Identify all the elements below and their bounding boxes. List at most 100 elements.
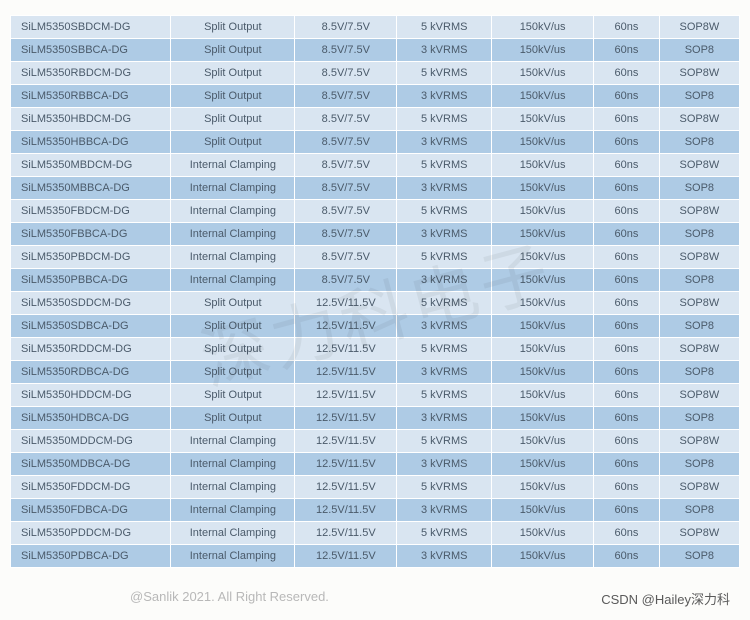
footer-copyright: @Sanlik 2021. All Right Reserved. [130,589,329,608]
cell-package: SOP8W [659,430,739,453]
table-row: SiLM5350MDDCM-DGInternal Clamping12.5V/1… [11,430,740,453]
cell-voltage: 8.5V/7.5V [295,108,397,131]
cell-slew: 150kV/us [492,499,594,522]
cell-slew: 150kV/us [492,108,594,131]
cell-iso: 5 kVRMS [397,108,492,131]
cell-output: Internal Clamping [171,545,295,568]
cell-package: SOP8W [659,292,739,315]
cell-partno: SiLM5350RBDCM-DG [11,62,171,85]
cell-partno: SiLM5350RDDCM-DG [11,338,171,361]
cell-slew: 150kV/us [492,62,594,85]
cell-voltage: 12.5V/11.5V [295,384,397,407]
table-row: SiLM5350SBBCA-DGSplit Output8.5V/7.5V3 k… [11,39,740,62]
table-row: SiLM5350RDBCA-DGSplit Output12.5V/11.5V3… [11,361,740,384]
cell-iso: 5 kVRMS [397,292,492,315]
cell-delay: 60ns [594,269,660,292]
cell-partno: SiLM5350HBDCM-DG [11,108,171,131]
cell-output: Internal Clamping [171,476,295,499]
cell-output: Internal Clamping [171,499,295,522]
cell-partno: SiLM5350FBBCA-DG [11,223,171,246]
cell-iso: 3 kVRMS [397,545,492,568]
cell-partno: SiLM5350HBBCA-DG [11,131,171,154]
cell-slew: 150kV/us [492,361,594,384]
cell-package: SOP8W [659,62,739,85]
cell-output: Internal Clamping [171,177,295,200]
cell-package: SOP8W [659,476,739,499]
table-row: SiLM5350PBDCM-DGInternal Clamping8.5V/7.… [11,246,740,269]
cell-package: SOP8 [659,131,739,154]
cell-iso: 5 kVRMS [397,200,492,223]
cell-package: SOP8W [659,522,739,545]
cell-iso: 5 kVRMS [397,384,492,407]
cell-delay: 60ns [594,499,660,522]
cell-package: SOP8W [659,384,739,407]
cell-delay: 60ns [594,85,660,108]
cell-partno: SiLM5350FDDCM-DG [11,476,171,499]
cell-voltage: 12.5V/11.5V [295,292,397,315]
table-row: SiLM5350PBBCA-DGInternal Clamping8.5V/7.… [11,269,740,292]
cell-delay: 60ns [594,430,660,453]
footer: @Sanlik 2021. All Right Reserved. CSDN @… [10,589,740,608]
table-row: SiLM5350HBBCA-DGSplit Output8.5V/7.5V3 k… [11,131,740,154]
cell-output: Internal Clamping [171,154,295,177]
cell-voltage: 12.5V/11.5V [295,476,397,499]
cell-delay: 60ns [594,361,660,384]
cell-iso: 5 kVRMS [397,154,492,177]
table-row: SiLM5350SDDCM-DGSplit Output12.5V/11.5V5… [11,292,740,315]
cell-iso: 5 kVRMS [397,522,492,545]
cell-partno: SiLM5350SDBCA-DG [11,315,171,338]
cell-iso: 5 kVRMS [397,430,492,453]
cell-slew: 150kV/us [492,39,594,62]
cell-package: SOP8 [659,545,739,568]
cell-partno: SiLM5350PDDCM-DG [11,522,171,545]
cell-voltage: 8.5V/7.5V [295,16,397,39]
table-row: SiLM5350PDBCA-DGInternal Clamping12.5V/1… [11,545,740,568]
cell-iso: 3 kVRMS [397,85,492,108]
cell-delay: 60ns [594,131,660,154]
cell-output: Split Output [171,292,295,315]
cell-output: Split Output [171,407,295,430]
cell-partno: SiLM5350PBDCM-DG [11,246,171,269]
cell-output: Internal Clamping [171,246,295,269]
cell-slew: 150kV/us [492,177,594,200]
cell-package: SOP8W [659,246,739,269]
cell-delay: 60ns [594,16,660,39]
cell-delay: 60ns [594,223,660,246]
cell-voltage: 8.5V/7.5V [295,269,397,292]
table-row: SiLM5350SBDCM-DGSplit Output8.5V/7.5V5 k… [11,16,740,39]
cell-partno: SiLM5350FBDCM-DG [11,200,171,223]
cell-package: SOP8 [659,39,739,62]
cell-output: Split Output [171,338,295,361]
table-row: SiLM5350HDDCM-DGSplit Output12.5V/11.5V5… [11,384,740,407]
cell-slew: 150kV/us [492,315,594,338]
cell-slew: 150kV/us [492,522,594,545]
cell-iso: 3 kVRMS [397,315,492,338]
cell-package: SOP8 [659,85,739,108]
cell-output: Split Output [171,315,295,338]
cell-partno: SiLM5350FDBCA-DG [11,499,171,522]
cell-output: Internal Clamping [171,453,295,476]
cell-output: Internal Clamping [171,223,295,246]
table-row: SiLM5350SDBCA-DGSplit Output12.5V/11.5V3… [11,315,740,338]
cell-package: SOP8 [659,269,739,292]
cell-package: SOP8 [659,361,739,384]
cell-output: Split Output [171,16,295,39]
cell-voltage: 12.5V/11.5V [295,453,397,476]
footer-author: CSDN @Hailey深力科 [601,589,730,608]
spec-table: SiLM5350SBDCM-DGSplit Output8.5V/7.5V5 k… [10,15,740,568]
cell-package: SOP8 [659,499,739,522]
cell-slew: 150kV/us [492,476,594,499]
cell-iso: 5 kVRMS [397,246,492,269]
cell-delay: 60ns [594,108,660,131]
cell-iso: 3 kVRMS [397,407,492,430]
cell-delay: 60ns [594,545,660,568]
cell-delay: 60ns [594,407,660,430]
table-row: SiLM5350FBBCA-DGInternal Clamping8.5V/7.… [11,223,740,246]
cell-iso: 3 kVRMS [397,223,492,246]
cell-partno: SiLM5350MBBCA-DG [11,177,171,200]
cell-delay: 60ns [594,177,660,200]
cell-iso: 5 kVRMS [397,62,492,85]
table-row: SiLM5350FDBCA-DGInternal Clamping12.5V/1… [11,499,740,522]
table-row: SiLM5350MBBCA-DGInternal Clamping8.5V/7.… [11,177,740,200]
cell-delay: 60ns [594,384,660,407]
